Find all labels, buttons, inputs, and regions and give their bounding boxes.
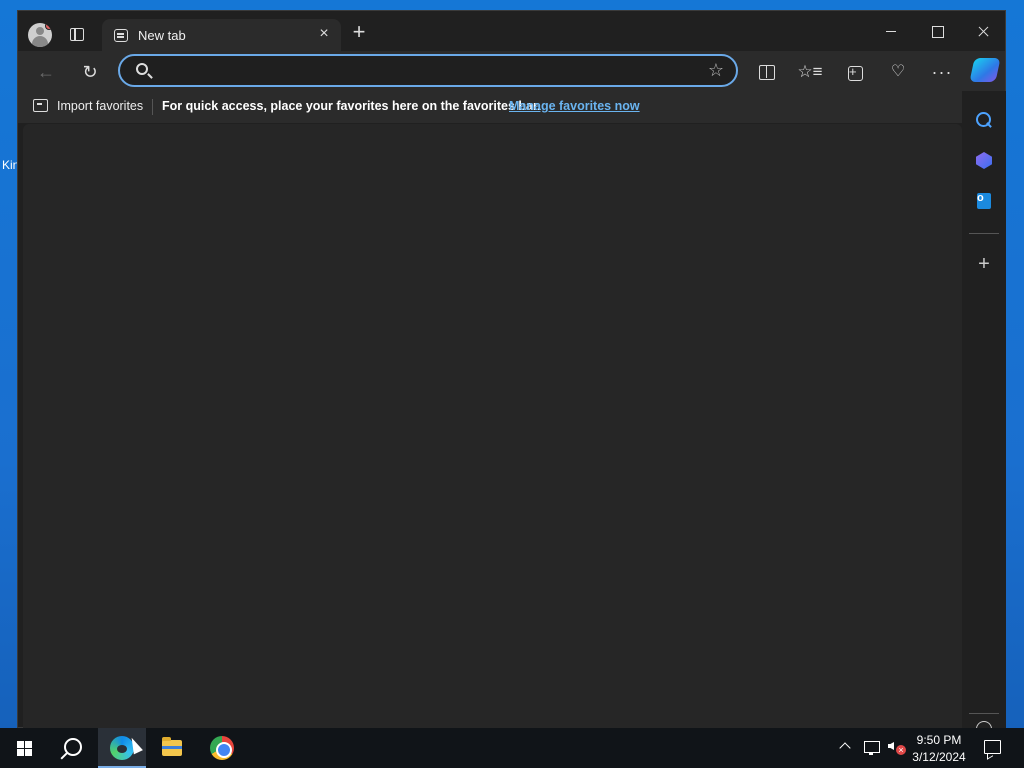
network-icon[interactable] xyxy=(862,728,880,768)
address-input[interactable] xyxy=(160,60,690,82)
tab-new-tab[interactable]: New tab × xyxy=(102,19,341,52)
taskbar-search-icon[interactable] xyxy=(48,728,96,768)
favorites-bar-divider xyxy=(152,99,153,115)
minimize-button[interactable] xyxy=(868,17,914,45)
show-hidden-icons-chevron-icon[interactable] xyxy=(838,728,854,768)
start-button[interactable] xyxy=(0,728,48,768)
windows-logo-icon xyxy=(17,741,24,748)
tab-title: New tab xyxy=(138,28,186,43)
favorites-icon[interactable]: ☆≡ xyxy=(796,58,824,86)
taskbar-chrome-button[interactable] xyxy=(198,728,246,768)
volume-muted-icon[interactable] xyxy=(886,728,906,768)
profile-avatar-icon[interactable] xyxy=(28,23,52,47)
favorites-bar: Import favorites For quick access, place… xyxy=(18,91,962,123)
address-bar[interactable]: ☆ xyxy=(118,54,738,87)
refresh-button[interactable]: ↻ xyxy=(76,58,104,86)
new-tab-button[interactable]: + xyxy=(348,21,370,43)
clock-date: 3/12/2024 xyxy=(912,750,966,764)
search-icon xyxy=(136,63,148,75)
copilot-icon[interactable] xyxy=(969,58,1001,82)
sidebar-divider xyxy=(969,233,999,234)
collections-icon[interactable] xyxy=(840,58,868,86)
edge-browser-window: New tab × + ← ↻ ☆ ☆≡ ♡ ··· Import favori… xyxy=(17,10,1006,729)
back-button[interactable]: ← xyxy=(32,58,60,86)
taskbar: 9:50 PM 3/12/2024 xyxy=(0,728,1024,768)
clock-time: 9:50 PM xyxy=(916,733,962,747)
clock[interactable]: 9:50 PM 3/12/2024 xyxy=(908,728,970,768)
sidebar-games-icon[interactable] xyxy=(974,151,994,171)
manage-favorites-link[interactable]: Manage favorites now xyxy=(509,99,640,113)
favorites-bar-hint: For quick access, place your favorites h… xyxy=(162,99,541,113)
settings-and-more-icon[interactable]: ··· xyxy=(928,58,956,86)
notifications-icon[interactable] xyxy=(980,728,1004,768)
close-window-button[interactable] xyxy=(960,17,1006,45)
sidebar-add-icon[interactable]: + xyxy=(974,254,994,274)
sidebar-divider-bottom xyxy=(969,713,999,714)
folder-icon xyxy=(162,737,182,756)
taskbar-file-explorer-button[interactable] xyxy=(148,728,196,768)
import-favorites-button[interactable]: Import favorites xyxy=(57,99,143,113)
browser-essentials-icon[interactable]: ♡ xyxy=(884,58,912,86)
edge-sidebar: + xyxy=(962,91,1006,729)
sidebar-search-icon[interactable] xyxy=(974,110,994,130)
tab-actions-icon[interactable] xyxy=(70,28,84,41)
navigation-toolbar: ← ↻ ☆ ☆≡ ♡ ··· xyxy=(18,51,1005,91)
new-tab-page-icon xyxy=(114,29,128,42)
close-tab-icon[interactable]: × xyxy=(315,25,333,43)
chrome-icon xyxy=(210,736,234,760)
import-favorites-icon[interactable] xyxy=(33,99,48,112)
title-bar: New tab × + xyxy=(18,11,1006,52)
sidebar-outlook-icon[interactable] xyxy=(974,191,994,211)
page-content xyxy=(23,124,962,728)
maximize-button[interactable] xyxy=(914,17,960,45)
add-favorite-star-icon[interactable]: ☆ xyxy=(708,60,724,81)
split-screen-icon[interactable] xyxy=(752,58,780,86)
